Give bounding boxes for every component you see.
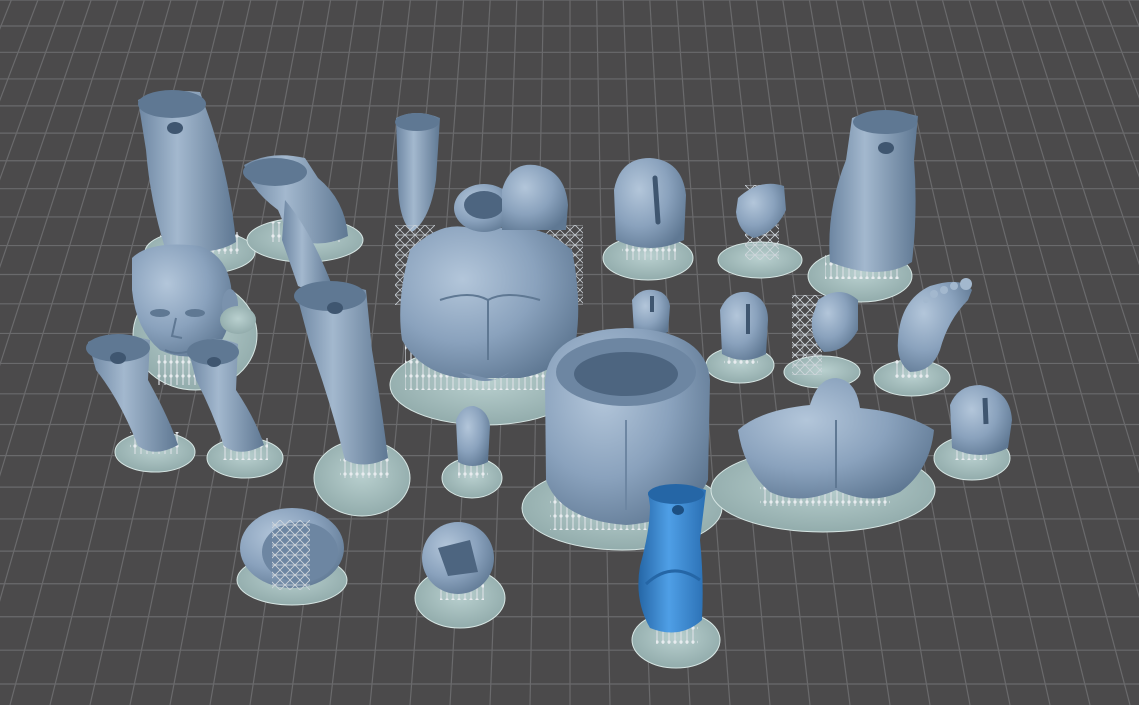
upper-leg-right[interactable] — [807, 110, 918, 303]
disc-part[interactable] — [236, 508, 348, 606]
capsule-part-top[interactable] — [602, 158, 694, 281]
hand-part-top[interactable] — [717, 183, 803, 279]
dome-part-back[interactable] — [502, 164, 568, 230]
parts-layer — [86, 90, 1012, 669]
upper-arm-part[interactable] — [395, 113, 440, 232]
ball-joint-part[interactable] — [414, 522, 506, 629]
hand-part-right[interactable] — [783, 292, 861, 389]
shin-part[interactable] — [294, 281, 411, 517]
leg-part-2[interactable] — [243, 155, 364, 290]
capsule-part-mid-right[interactable] — [705, 291, 775, 384]
hips-part[interactable] — [710, 378, 936, 533]
build-plate-viewport[interactable] — [0, 0, 1139, 705]
scene-canvas[interactable] — [0, 0, 1139, 705]
